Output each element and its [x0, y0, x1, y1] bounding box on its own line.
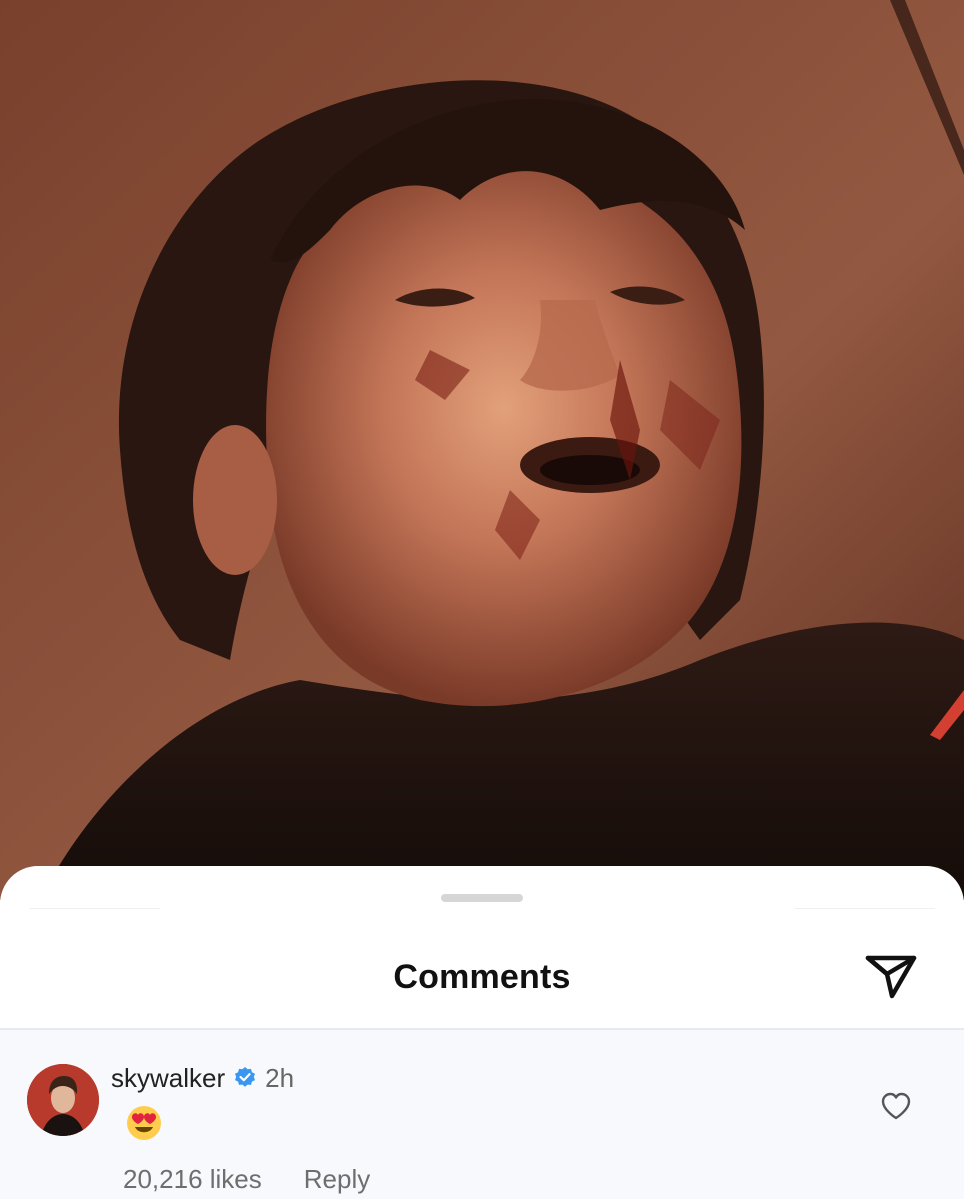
avatar[interactable]	[27, 1064, 99, 1136]
post-photo-art	[0, 0, 964, 900]
share-button[interactable]	[862, 950, 920, 1002]
instagram-comments-screen: Comments skywalker 2h 20,216 likes Reply	[0, 0, 964, 1199]
post-photo	[0, 0, 964, 900]
avatar-image	[27, 1064, 99, 1136]
comment-footer: 20,216 likes Reply	[123, 1164, 370, 1195]
heart-eyes-emoji-icon	[125, 1104, 163, 1142]
comment-item: skywalker 2h 20,216 likes Reply	[0, 1030, 964, 1199]
decorative-line	[795, 908, 935, 909]
paper-plane-icon	[865, 955, 917, 999]
verified-badge-icon	[233, 1066, 257, 1090]
comment-username[interactable]: skywalker	[111, 1063, 225, 1094]
heart-outline-icon	[881, 1092, 911, 1120]
comment-likes-count[interactable]: 20,216 likes	[123, 1164, 262, 1195]
sheet-title: Comments	[393, 958, 571, 996]
decorative-line	[30, 908, 160, 909]
like-comment-button[interactable]	[880, 1091, 912, 1121]
comment-timestamp: 2h	[265, 1062, 295, 1093]
comments-sheet: Comments skywalker 2h 20,216 likes Reply	[0, 866, 964, 1199]
drag-handle[interactable]	[441, 894, 523, 902]
comment-header: skywalker 2h	[111, 1062, 294, 1094]
reply-button[interactable]: Reply	[304, 1164, 370, 1195]
